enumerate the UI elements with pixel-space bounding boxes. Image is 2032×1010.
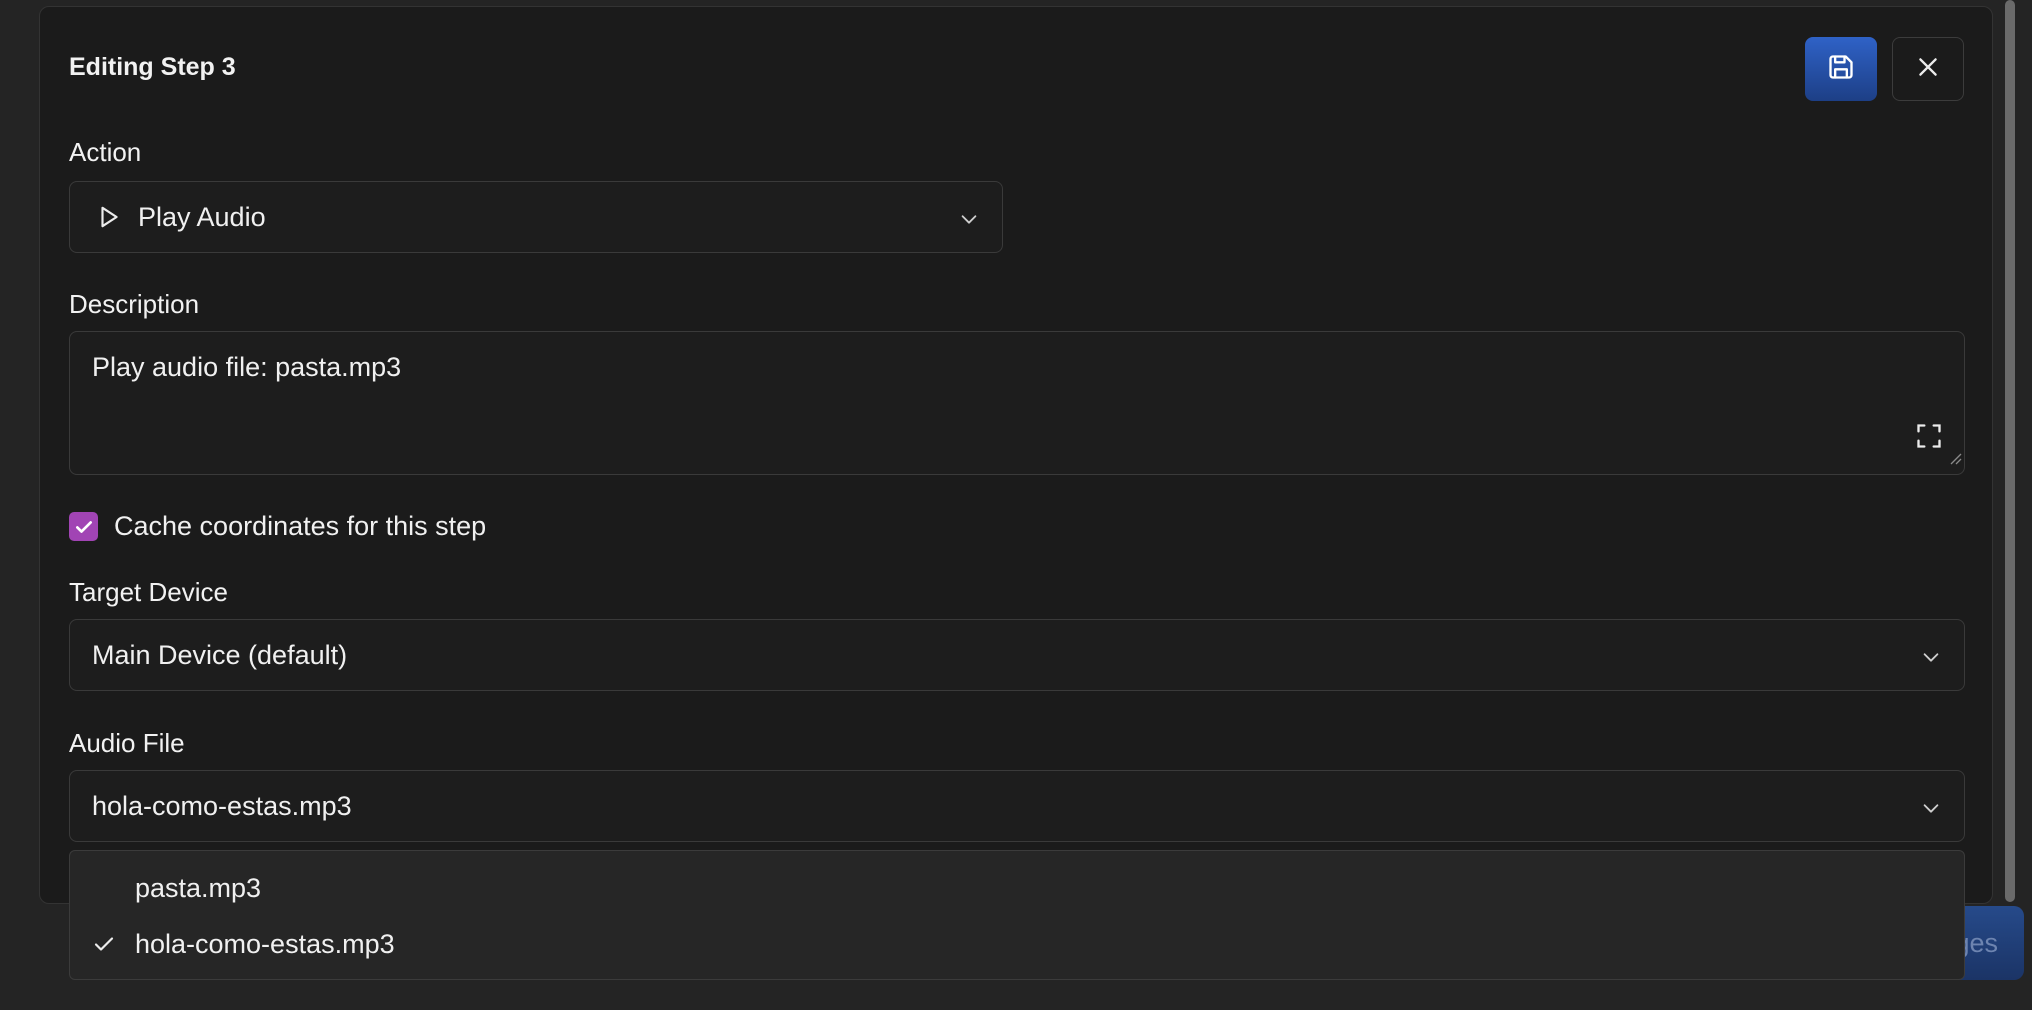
target-device-label: Target Device [69,577,228,607]
action-select[interactable]: Play Audio [69,181,1003,253]
audio-file-dropdown: pasta.mp3 hola-como-estas.mp3 [69,850,1965,980]
option-label: hola-como-estas.mp3 [135,928,395,959]
action-label: Action [69,137,142,167]
dropdown-option-pasta[interactable]: pasta.mp3 [70,860,1964,916]
option-label: pasta.mp3 [135,872,262,903]
cache-coordinates-checkbox[interactable] [69,512,98,541]
audio-file-label: Audio File [69,728,185,758]
play-icon [96,204,122,230]
target-device-selected-value: Main Device (default) [92,639,348,670]
edit-step-modal: Editing Step 3 Action Play Audio Descrip… [39,6,1993,904]
cache-coordinates-label: Cache coordinates for this step [114,511,487,541]
close-button[interactable] [1892,37,1964,101]
modal-title: Editing Step 3 [69,53,236,81]
dropdown-option-hola-como-estas[interactable]: hola-como-estas.mp3 [70,916,1964,972]
check-icon [92,932,116,963]
description-label: Description [69,289,200,319]
expand-icon[interactable] [1915,422,1943,457]
target-device-select[interactable]: Main Device (default) [69,619,1965,691]
description-textarea[interactable]: Play audio file: pasta.mp3 [69,331,1965,475]
audio-file-selected-value: hola-como-estas.mp3 [92,790,352,821]
save-button[interactable] [1805,37,1877,101]
cache-coordinates-row[interactable]: Cache coordinates for this step [69,511,486,542]
chevron-down-icon [1920,644,1942,675]
action-selected-value: Play Audio [138,201,266,232]
chevron-down-icon [958,206,980,237]
floppy-disk-icon [1827,53,1855,86]
close-icon [1915,54,1941,85]
description-value: Play audio file: pasta.mp3 [92,352,402,382]
resize-handle-icon[interactable] [1948,441,1962,472]
page-scrollbar-thumb[interactable] [2005,0,2015,902]
audio-file-select[interactable]: hola-como-estas.mp3 [69,770,1965,842]
chevron-down-icon [1920,795,1942,826]
